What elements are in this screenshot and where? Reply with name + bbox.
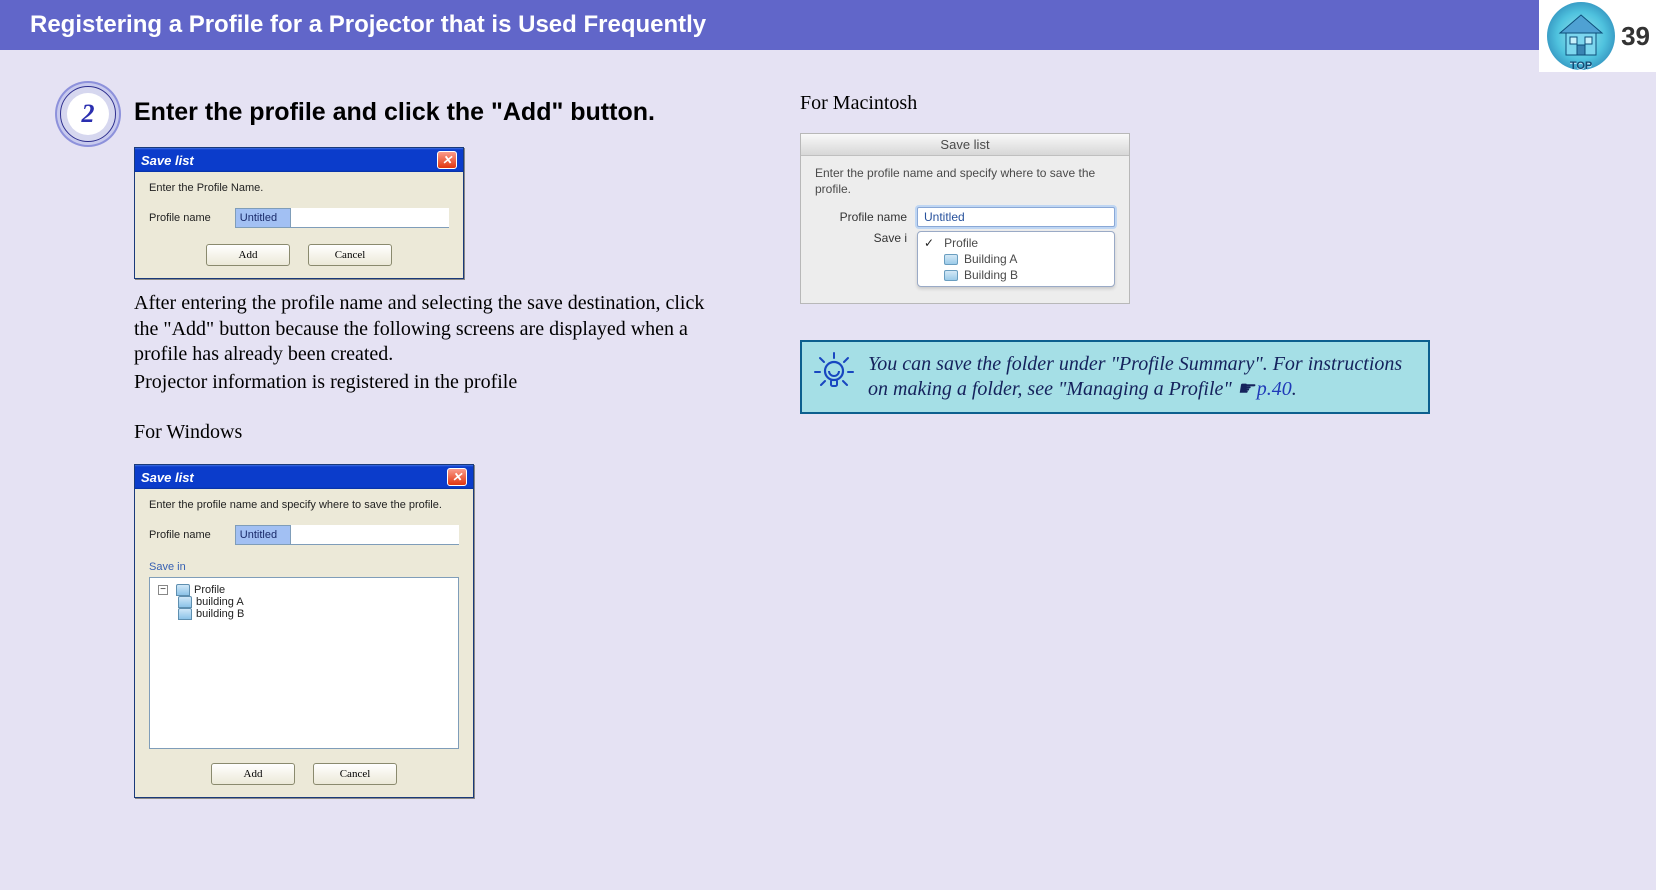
folder-icon — [944, 270, 958, 281]
tip-body: You can save the folder under "Profile S… — [868, 353, 1402, 400]
page-number: 39 — [1621, 21, 1650, 52]
dialog-title: Save list — [141, 470, 194, 485]
lightbulb-icon — [814, 352, 854, 392]
popup-option[interactable]: Profile — [944, 236, 978, 250]
profile-name-input[interactable] — [235, 208, 291, 228]
cancel-button[interactable]: Cancel — [313, 763, 397, 785]
tree-item[interactable]: building B — [196, 608, 244, 620]
popup-option[interactable]: Building A — [964, 252, 1017, 266]
header-right: TOP 39 — [1539, 0, 1656, 72]
tree-item[interactable]: building A — [196, 596, 244, 608]
dialog-title: Save list — [141, 153, 194, 168]
step-row: 2 Enter the profile and click the "Add" … — [60, 86, 760, 802]
save-in-label: Save in — [149, 561, 459, 573]
dialog-instruction: Enter the profile name and specify where… — [149, 499, 459, 511]
tip-dot: . — [1292, 378, 1297, 400]
tip-box: You can save the folder under "Profile S… — [800, 340, 1430, 414]
top-icon-label: TOP — [1570, 60, 1592, 72]
body-paragraph-2: Projector information is registered in t… — [134, 370, 714, 396]
add-button[interactable]: Add — [206, 244, 290, 266]
profile-name-label: Profile name — [815, 210, 907, 224]
for-windows-heading: For Windows — [134, 421, 760, 444]
step-number-badge: 2 — [60, 86, 116, 142]
dialog-save-list-small: Save list ✕ Enter the Profile Name. Prof… — [134, 147, 464, 279]
cancel-button[interactable]: Cancel — [308, 244, 392, 266]
tip-text: You can save the folder under "Profile S… — [868, 352, 1412, 402]
save-in-popup[interactable]: Profile Building A Building B — [917, 231, 1115, 287]
dialog-title: Save list — [801, 134, 1129, 156]
pointer-icon: ☛ — [1237, 378, 1255, 400]
for-mac-heading: For Macintosh — [800, 92, 1430, 115]
dialog-save-list-mac: Save list Enter the profile name and spe… — [800, 133, 1130, 304]
tree-root[interactable]: Profile — [194, 584, 225, 596]
step-title: Enter the profile and click the "Add" bu… — [134, 86, 760, 127]
profile-name-label: Profile name — [149, 212, 211, 224]
profile-name-input[interactable] — [235, 525, 291, 545]
popup-option[interactable]: Building B — [964, 268, 1018, 282]
page-header: Registering a Profile for a Projector th… — [0, 0, 1656, 50]
save-in-label: Save i — [815, 231, 907, 245]
profile-name-label: Profile name — [149, 529, 211, 541]
house-icon — [1556, 11, 1606, 61]
folder-icon — [944, 254, 958, 265]
page-ref-link[interactable]: p.40 — [1257, 378, 1292, 400]
dialog-save-list-windows: Save list ✕ Enter the profile name and s… — [134, 464, 474, 798]
close-icon[interactable]: ✕ — [437, 151, 457, 169]
page-title: Registering a Profile for a Projector th… — [30, 11, 706, 39]
close-icon[interactable]: ✕ — [447, 468, 467, 486]
dialog-instruction: Enter the profile name and specify where… — [815, 166, 1115, 197]
add-button[interactable]: Add — [211, 763, 295, 785]
profile-name-input[interactable] — [917, 207, 1115, 227]
dialog-instruction: Enter the Profile Name. — [149, 182, 449, 194]
body-paragraph-1: After entering the profile name and sele… — [134, 291, 714, 368]
top-icon[interactable]: TOP — [1547, 2, 1615, 70]
save-in-tree[interactable]: − Profile building A building B — [149, 577, 459, 749]
